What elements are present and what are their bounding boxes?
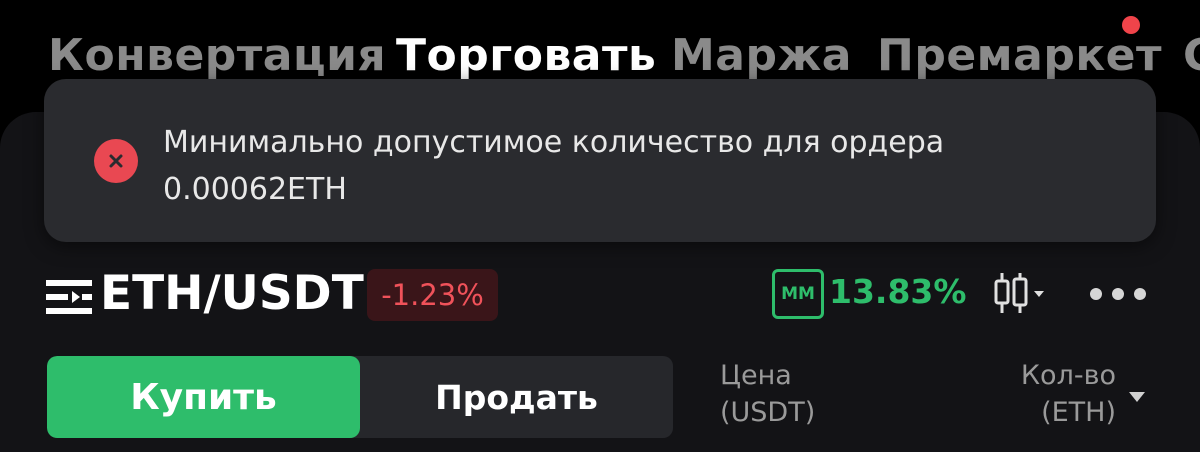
notification-dot [1122,16,1140,34]
tab-next-partial[interactable]: С [1183,30,1200,81]
pair-name[interactable]: ETH/USDT [100,266,364,321]
price-column-header: Цена (USDT) [720,357,815,431]
sell-button[interactable]: Продать [360,356,673,438]
mm-value[interactable]: 13.83% [829,272,966,311]
pair-header: ETH/USDT -1.23% MM 13.83% [0,262,1200,326]
tab-trade[interactable]: Торговать [396,30,656,81]
quantity-unit: (ETH) [1041,397,1116,428]
error-x-icon [94,139,138,183]
price-change-badge: -1.23% [367,269,498,321]
mm-badge[interactable]: MM [772,269,824,319]
price-label: Цена [720,360,792,391]
toast-message-line2: 0.00062ETH [163,172,347,207]
error-toast: Минимально допустимое количество для орд… [44,79,1156,242]
toast-message-line1: Минимально допустимое количество для орд… [163,125,945,160]
price-unit: (USDT) [720,397,816,428]
tab-premarket[interactable]: Премаркет [877,30,1162,81]
buy-sell-toggle: Купить Продать [47,356,673,438]
quantity-label: Кол-во [1020,360,1116,391]
tab-conversion[interactable]: Конвертация [48,30,386,81]
caret-down-icon[interactable] [1128,388,1146,402]
candlestick-chart-icon[interactable] [992,271,1048,315]
tab-margin[interactable]: Маржа [671,30,852,81]
pair-list-icon[interactable] [46,280,92,314]
quantity-column-header[interactable]: Кол-во (ETH) [1021,357,1116,431]
buy-button[interactable]: Купить [47,356,360,438]
more-dots-icon[interactable] [1088,286,1148,302]
toast-message: Минимально допустимое количество для орд… [163,119,1123,213]
